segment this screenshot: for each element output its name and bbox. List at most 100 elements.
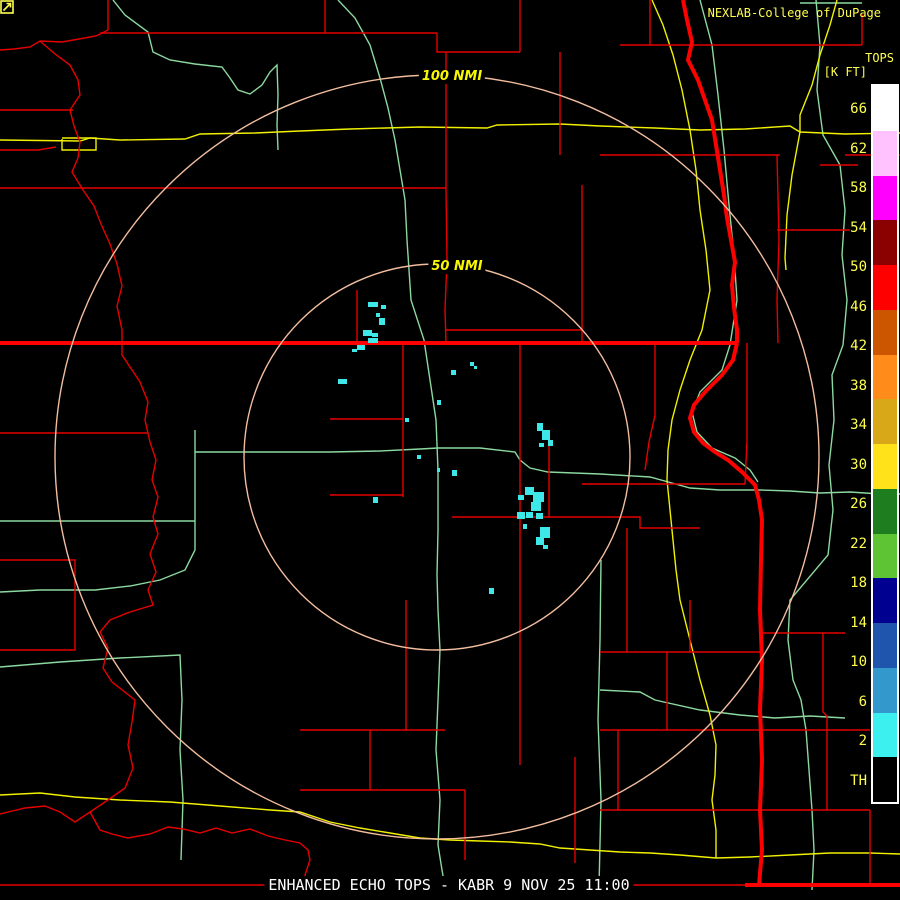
- radar-echo: [536, 537, 544, 545]
- green-road: [112, 0, 279, 151]
- colorbar-label: 50: [850, 259, 867, 275]
- radar-echo: [523, 524, 527, 529]
- colorbar-band: [873, 309, 897, 355]
- radar-echo: [531, 502, 541, 511]
- radar-echo: [338, 379, 347, 384]
- radar-echo: [543, 545, 548, 549]
- colorbar-band: [873, 220, 897, 265]
- radar-echo: [379, 318, 385, 325]
- county-boundary: [644, 343, 656, 471]
- colorbar-band: [873, 578, 897, 623]
- radar-echo: [539, 443, 544, 447]
- radar-echo: [451, 370, 456, 375]
- radar-echo: [542, 430, 550, 440]
- radar-screen: NEXLAB-College of DuPage TOPS [K FT] 66 6…: [0, 0, 900, 900]
- radar-echo: [518, 495, 524, 500]
- radar-echo: [368, 338, 378, 343]
- colorbar-band: [873, 444, 897, 489]
- state-lines-layer: [0, 0, 900, 887]
- colorbar-label: 38: [850, 377, 867, 394]
- green-road: [337, 0, 446, 888]
- range-ring-label: 100 NMI: [418, 70, 486, 84]
- radar-echo: [540, 527, 550, 538]
- county-boundary: [0, 40, 159, 823]
- green-roads-layer: [0, 0, 900, 891]
- radar-map: [0, 0, 900, 891]
- county-boundary: [89, 811, 311, 886]
- colorbar-label: 26: [850, 496, 867, 512]
- radar-echo: [489, 588, 494, 594]
- colorbar-label: TH: [850, 772, 867, 789]
- box-diagonal-arrow-icon: [0, 0, 14, 14]
- green-road: [599, 689, 846, 719]
- colorbar-band: [873, 130, 897, 176]
- radar-echo: [352, 349, 357, 352]
- colorbar-label: 54: [850, 219, 867, 236]
- colorbar-label: 14: [850, 614, 867, 631]
- green-road: [0, 430, 196, 593]
- county-boundary: [744, 343, 748, 485]
- county-lines-layer: [0, 0, 900, 886]
- colorbar-band: [873, 488, 897, 534]
- radar-echo: [363, 330, 372, 336]
- radar-echo: [368, 302, 378, 307]
- county-boundary: [0, 146, 57, 151]
- radar-echo: [526, 512, 533, 518]
- radar-echo: [533, 492, 544, 502]
- range-ring-label: 50 NMI: [428, 260, 486, 274]
- footer-title: ENHANCED ECHO TOPS - KABR 9 NOV 25 11:00: [264, 876, 634, 895]
- colorbar-band: [873, 757, 897, 802]
- green-road: [691, 0, 759, 483]
- colorbar-label: 42: [850, 338, 867, 354]
- radar-echo: [525, 487, 534, 495]
- radar-echo: [372, 333, 378, 337]
- radar-echo: [452, 470, 457, 476]
- colorbar: [871, 84, 899, 804]
- radar-echo: [548, 440, 553, 446]
- colorbar-label: 66: [850, 101, 867, 117]
- radar-echo: [517, 512, 525, 519]
- colorbar-label: 46: [850, 298, 867, 315]
- green-road: [597, 559, 602, 888]
- colorbar-band: [873, 175, 897, 221]
- radar-echo: [536, 513, 543, 519]
- yellow-road: [0, 792, 900, 859]
- colorbar-label: 10: [850, 654, 867, 670]
- county-boundary: [436, 33, 520, 53]
- colorbar-title: TOPS: [865, 51, 894, 65]
- green-road: [0, 654, 184, 861]
- county-boundary: [822, 633, 828, 810]
- colorbar-label: 6: [858, 693, 867, 710]
- yellow-road: [0, 123, 900, 142]
- brand-text: NEXLAB-College of DuPage: [707, 6, 881, 20]
- colorbar-band: [873, 265, 897, 310]
- colorbar-label: 30: [850, 456, 867, 473]
- radar-echo: [373, 497, 378, 503]
- colorbar-units: [K FT]: [823, 65, 867, 79]
- radar-echo: [437, 468, 440, 472]
- radar-echo: [470, 362, 474, 366]
- radar-echo: [357, 345, 365, 350]
- green-road: [195, 447, 900, 495]
- radar-echo: [474, 366, 477, 369]
- colorbar-label: 22: [850, 535, 867, 552]
- radar-echo: [537, 423, 543, 431]
- colorbar-band: [873, 86, 897, 131]
- county-boundary: [776, 154, 780, 344]
- colorbar-band: [873, 399, 897, 444]
- colorbar-label: 2: [858, 733, 867, 749]
- county-boundary: [0, 0, 109, 51]
- colorbar-label: 18: [850, 575, 867, 591]
- colorbar-label: 34: [850, 417, 867, 433]
- colorbar-label: 58: [850, 180, 867, 196]
- state-boundary: [687, 342, 765, 886]
- radar-echo: [417, 455, 421, 459]
- colorbar-band: [873, 712, 897, 758]
- county-boundary: [452, 516, 700, 529]
- radar-echo: [405, 418, 409, 422]
- colorbar-band: [873, 623, 897, 668]
- radar-echo: [437, 400, 441, 405]
- colorbar-label: 62: [850, 140, 867, 157]
- county-boundary: [0, 559, 76, 651]
- colorbar-band: [873, 533, 897, 579]
